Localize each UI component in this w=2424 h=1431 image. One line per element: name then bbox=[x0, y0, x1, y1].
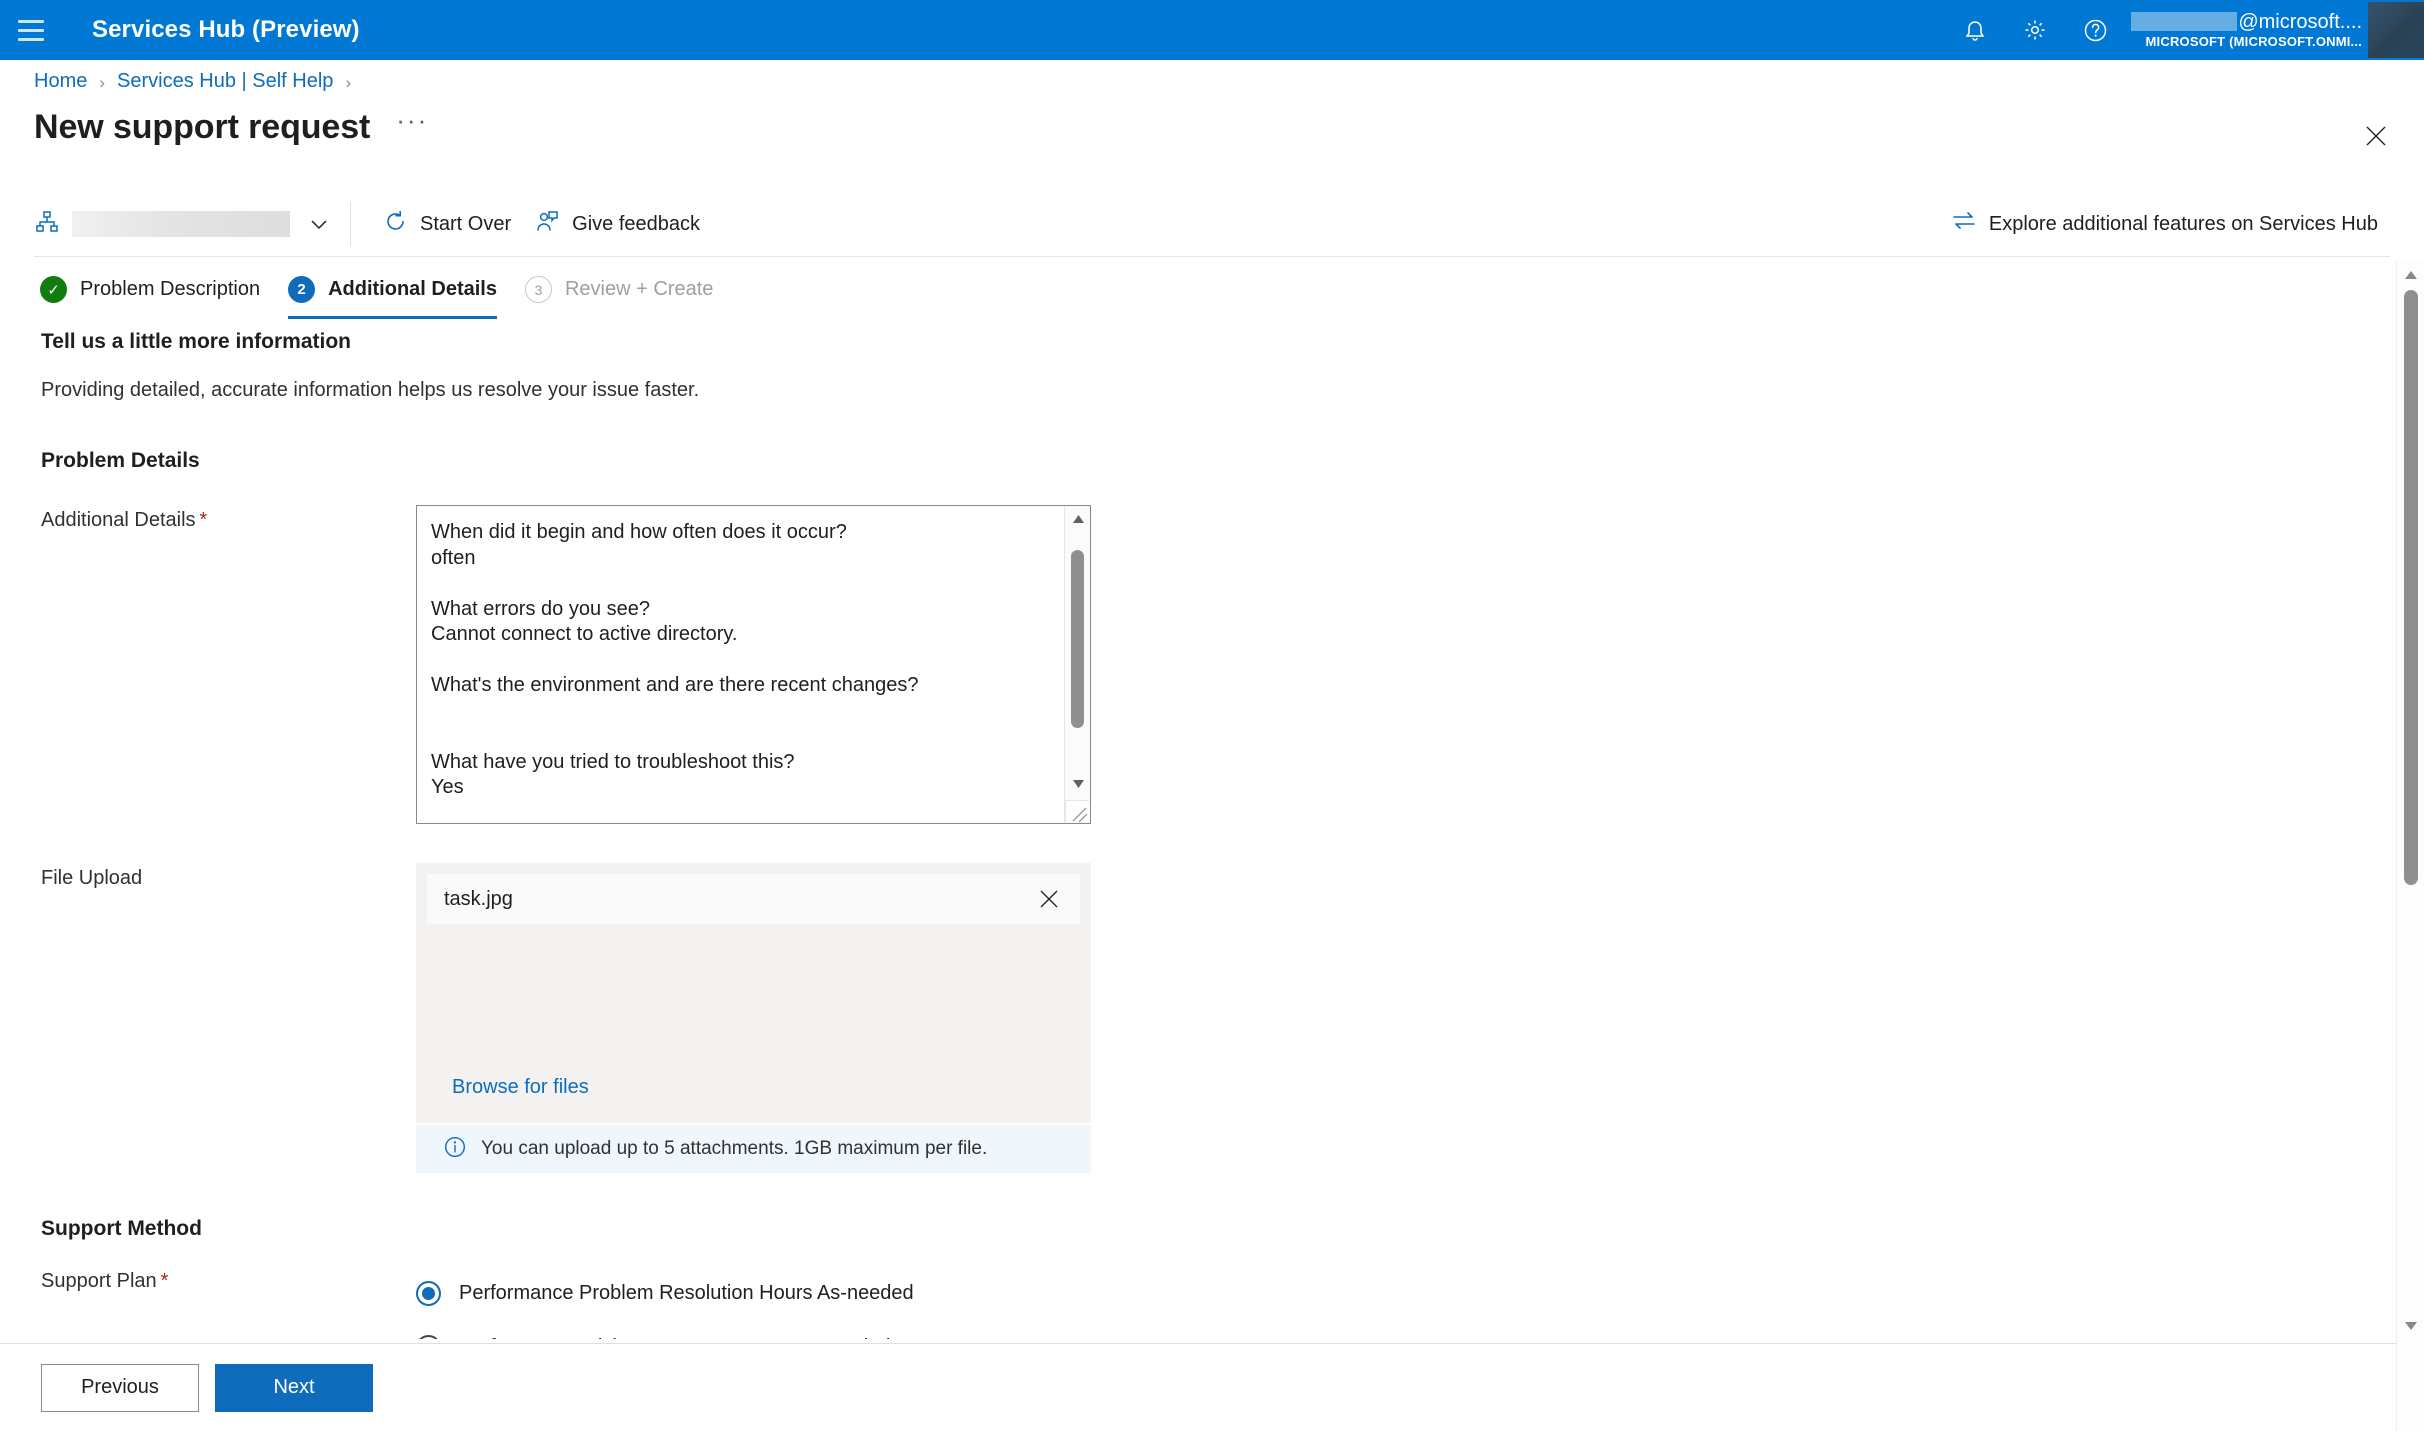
explore-features-button[interactable]: Explore additional features on Services … bbox=[1939, 200, 2390, 248]
file-drop-zone[interactable]: task.jpg Browse for files bbox=[416, 863, 1091, 1123]
close-icon[interactable] bbox=[2354, 114, 2398, 158]
account-email-suffix: @microsoft.... bbox=[2238, 10, 2362, 33]
step-number-badge: 2 bbox=[288, 276, 316, 303]
remove-file-icon[interactable] bbox=[1035, 885, 1063, 913]
wizard-step-review-create[interactable]: 3 Review + Create bbox=[511, 272, 727, 319]
start-over-label: Start Over bbox=[420, 212, 512, 235]
org-hierarchy-icon bbox=[34, 209, 60, 240]
info-circle-icon bbox=[443, 1135, 467, 1164]
radio-option-label: Performance Problem Resolution Hours As-… bbox=[459, 1281, 914, 1304]
additional-details-textarea[interactable]: When did it begin and how often does it … bbox=[416, 505, 1091, 824]
swap-arrows-icon bbox=[1951, 208, 1977, 240]
browse-for-files-link[interactable]: Browse for files bbox=[452, 1076, 589, 1099]
page-header: New support request ··· bbox=[34, 105, 428, 147]
file-upload-note: You can upload up to 5 attachments. 1GB … bbox=[416, 1125, 1091, 1173]
caret-down-icon[interactable] bbox=[1065, 771, 1091, 797]
previous-button[interactable]: Previous bbox=[41, 1363, 199, 1412]
chevron-right-icon-trailing: › bbox=[345, 72, 352, 92]
resize-handle-icon[interactable] bbox=[1065, 800, 1089, 823]
caret-up-icon[interactable] bbox=[1065, 506, 1091, 532]
start-over-button[interactable]: Start Over bbox=[371, 201, 523, 248]
gear-icon[interactable] bbox=[2005, 0, 2065, 60]
question-circle-icon[interactable] bbox=[2065, 0, 2125, 60]
account-email: @microsoft.... bbox=[2131, 11, 2362, 33]
bell-icon[interactable] bbox=[1945, 0, 2005, 60]
wizard-step-label: Additional Details bbox=[328, 278, 497, 300]
refresh-icon bbox=[383, 209, 408, 240]
top-app-bar: Services Hub (Preview) @microsoft.... MI… bbox=[0, 0, 2424, 60]
required-marker: * bbox=[199, 509, 208, 531]
command-bar-underline bbox=[34, 256, 2390, 257]
wizard-footer: Previous Next bbox=[0, 1343, 2396, 1431]
give-feedback-button[interactable]: Give feedback bbox=[523, 201, 712, 248]
field-additional-details: Additional Details * When did it begin an… bbox=[41, 505, 2380, 824]
uploaded-file-name: task.jpg bbox=[444, 887, 513, 910]
file-upload-container: task.jpg Browse for files You can upload… bbox=[416, 863, 1091, 1173]
scope-selector[interactable] bbox=[34, 209, 330, 240]
step-number-badge: 3 bbox=[524, 276, 552, 303]
page-scrollbar[interactable] bbox=[2396, 260, 2424, 1431]
caret-up-icon[interactable] bbox=[2397, 262, 2424, 288]
check-icon: ✓ bbox=[40, 276, 67, 303]
field-file-upload: File Upload task.jpg Browse for files Yo… bbox=[41, 863, 2380, 1173]
file-upload-note-text: You can upload up to 5 attachments. 1GB … bbox=[481, 1138, 988, 1159]
command-bar: Start Over Give feedback Explore additio… bbox=[0, 190, 2424, 258]
top-bar-actions: @microsoft.... MICROSOFT (MICROSOFT.ONMI… bbox=[1945, 0, 2424, 60]
main-content: Tell us a little more information Provid… bbox=[0, 330, 2380, 1374]
field-label-additional-details: Additional Details * bbox=[41, 509, 208, 531]
breadcrumb: Home › Services Hub | Self Help › bbox=[34, 70, 363, 93]
wizard-step-label: Review + Create bbox=[564, 278, 714, 300]
wizard-step-additional-details[interactable]: 2 Additional Details bbox=[274, 272, 511, 319]
wizard-step-problem-description[interactable]: ✓ Problem Description bbox=[26, 272, 274, 319]
textarea-scrollbar[interactable] bbox=[1064, 506, 1090, 823]
app-title: Services Hub (Preview) bbox=[92, 16, 360, 43]
next-button[interactable]: Next bbox=[215, 1363, 373, 1412]
command-bar-divider bbox=[350, 202, 351, 246]
chevron-down-icon[interactable] bbox=[308, 213, 330, 235]
section-subheading: Providing detailed, accurate information… bbox=[41, 379, 700, 401]
breadcrumb-item-self-help[interactable]: Services Hub | Self Help bbox=[117, 70, 333, 93]
radio-option-performance-problem-resolution[interactable]: Performance Problem Resolution Hours As-… bbox=[416, 1266, 914, 1320]
wizard-steps: ✓ Problem Description 2 Additional Detai… bbox=[26, 272, 727, 319]
textarea-scrollbar-thumb[interactable] bbox=[1071, 550, 1084, 728]
breadcrumb-item-home[interactable]: Home bbox=[34, 70, 87, 93]
section-heading: Tell us a little more information bbox=[41, 330, 351, 353]
field-label-file-upload: File Upload bbox=[41, 867, 143, 889]
uploaded-file-item: task.jpg bbox=[427, 874, 1080, 924]
give-feedback-label: Give feedback bbox=[572, 212, 700, 235]
account-text[interactable]: @microsoft.... MICROSOFT (MICROSOFT.ONMI… bbox=[2131, 0, 2368, 60]
required-marker: * bbox=[160, 1270, 169, 1292]
group-title-support-method: Support Method bbox=[41, 1217, 202, 1240]
group-title-problem-details: Problem Details bbox=[41, 449, 200, 472]
avatar[interactable] bbox=[2368, 2, 2424, 58]
explore-features-label: Explore additional features on Services … bbox=[1988, 212, 2378, 235]
account-menu[interactable]: @microsoft.... MICROSOFT (MICROSOFT.ONMI… bbox=[2131, 0, 2424, 60]
more-options-button[interactable]: ··· bbox=[396, 105, 428, 136]
wizard-step-label: Problem Description bbox=[80, 278, 261, 300]
radio-selected-icon[interactable] bbox=[416, 1280, 441, 1306]
command-bar-right: Explore additional features on Services … bbox=[1939, 190, 2390, 258]
chevron-right-icon: › bbox=[99, 72, 106, 92]
page-title: New support request bbox=[34, 108, 371, 146]
caret-down-icon[interactable] bbox=[2397, 1313, 2424, 1339]
account-tenant: MICROSOFT (MICROSOFT.ONMI... bbox=[2145, 33, 2362, 49]
page-scrollbar-thumb[interactable] bbox=[2404, 290, 2418, 885]
person-feedback-icon bbox=[535, 209, 560, 240]
redacted-scope-value bbox=[72, 211, 290, 237]
hamburger-menu-icon[interactable] bbox=[0, 0, 62, 60]
additional-details-value[interactable]: When did it begin and how often does it … bbox=[417, 506, 1064, 823]
redacted-email-block bbox=[2131, 12, 2238, 31]
